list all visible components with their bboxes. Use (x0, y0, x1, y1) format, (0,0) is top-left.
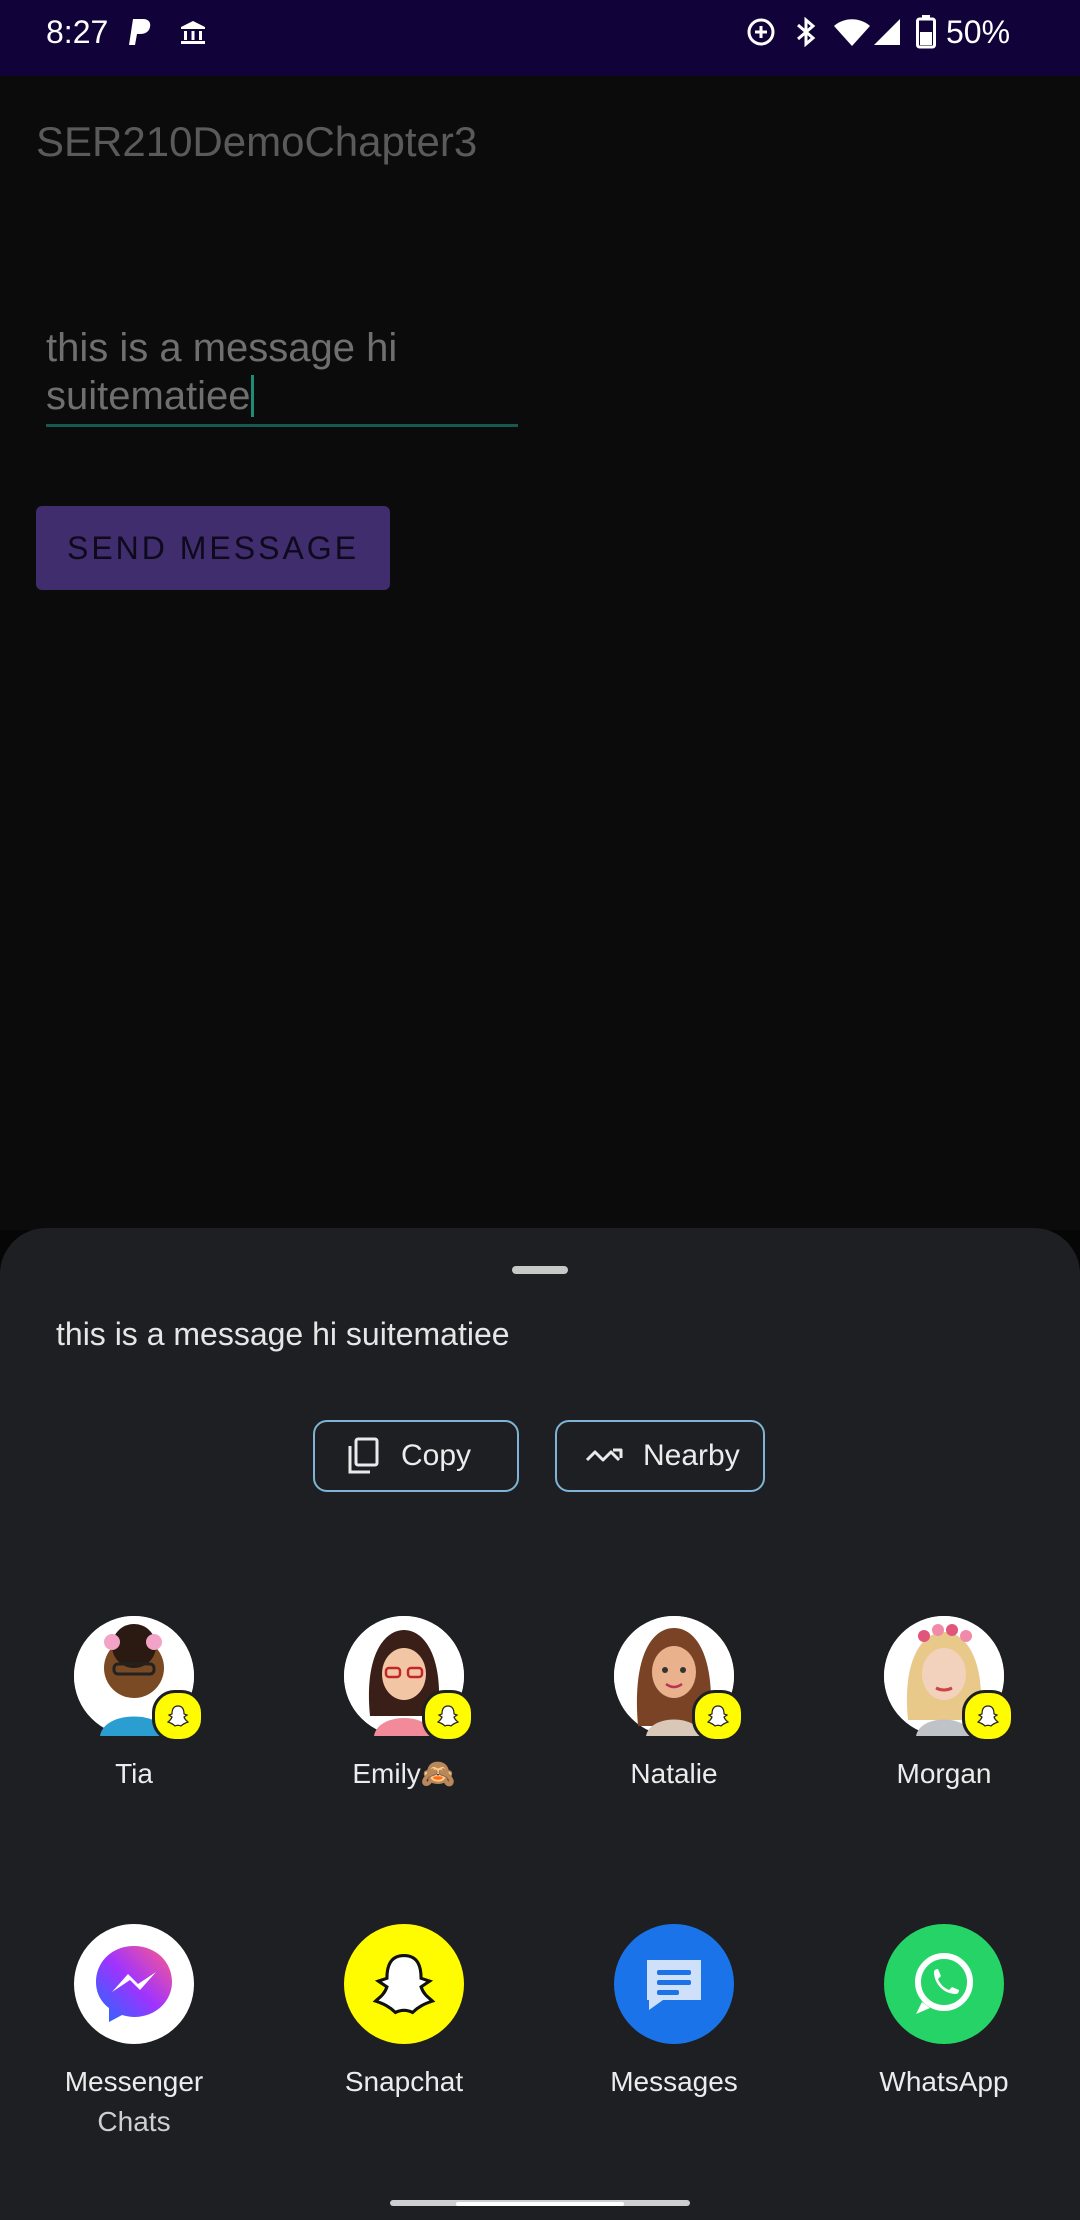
drag-handle[interactable] (512, 1266, 568, 1274)
battery-percent: 50% (946, 14, 1011, 50)
snapchat-badge-icon (152, 1690, 204, 1742)
data-saver-icon (744, 14, 778, 50)
nearby-share-icon (585, 1436, 625, 1476)
share-target-tia[interactable]: Tia (24, 1616, 244, 1794)
share-target-morgan[interactable]: Morgan (834, 1616, 1054, 1794)
paypal-icon (126, 14, 154, 50)
share-target-natalie[interactable]: Natalie (564, 1616, 784, 1794)
share-app-whatsapp[interactable]: WhatsApp (834, 1924, 1054, 2102)
battery-icon (914, 14, 938, 50)
app-label: Messages (610, 2066, 738, 2097)
contact-name: Natalie (630, 1758, 718, 1789)
snapchat-badge-icon (692, 1690, 744, 1742)
wifi-icon (832, 14, 872, 50)
message-line-2: suitematiee (46, 374, 251, 418)
avatar (884, 1616, 1014, 1742)
snapchat-badge-icon (962, 1690, 1014, 1742)
nearby-label: Nearby (643, 1439, 740, 1472)
avatar (74, 1616, 204, 1742)
contact-name: Emily🙈 (352, 1758, 456, 1789)
status-bar: 8:27 50% (0, 0, 1080, 76)
app-label: WhatsApp (879, 2066, 1009, 2097)
snapchat-icon (344, 1924, 464, 2044)
bank-icon (178, 14, 208, 50)
contact-name: Morgan (896, 1758, 992, 1789)
app-title: SER210DemoChapter3 (36, 118, 478, 165)
contact-name: Tia (115, 1758, 153, 1789)
message-field-underline (46, 424, 518, 427)
bluetooth-icon (792, 14, 820, 50)
avatar (344, 1616, 474, 1742)
app-label: Messenger (64, 2066, 204, 2097)
copy-button[interactable]: Copy (313, 1420, 519, 1492)
send-message-button[interactable]: SEND MESSAGE (36, 506, 390, 590)
copy-icon (343, 1436, 383, 1476)
snapchat-badge-icon (422, 1690, 474, 1742)
app-sublabel: Chats (97, 2106, 171, 2137)
share-target-emily[interactable]: Emily🙈 (294, 1616, 514, 1794)
messages-icon (614, 1924, 734, 2044)
messenger-icon (74, 1924, 194, 2044)
share-app-snapchat[interactable]: Snapchat (294, 1924, 514, 2102)
copy-label: Copy (401, 1439, 472, 1472)
app-screen: SER210DemoChapter3 this is a message hi … (0, 76, 1080, 1230)
message-field[interactable]: this is a message hi suitematiee (46, 324, 518, 420)
message-line-1: this is a message hi (46, 326, 398, 370)
whatsapp-icon (884, 1924, 1004, 2044)
nearby-share-button[interactable]: Nearby (555, 1420, 765, 1492)
avatar (614, 1616, 744, 1742)
gesture-nav-handle[interactable] (456, 2202, 624, 2206)
shared-text-preview: this is a message hi suitematiee (56, 1316, 510, 1352)
text-cursor (250, 375, 254, 417)
share-sheet: this is a message hi suitematiee Copy Ne… (0, 1228, 1080, 2220)
share-app-messenger[interactable]: Messenger Chats (24, 1924, 244, 2142)
status-time: 8:27 (46, 14, 109, 50)
share-app-messages[interactable]: Messages (564, 1924, 784, 2102)
signal-icon (872, 14, 902, 50)
app-label: Snapchat (344, 2066, 464, 2097)
